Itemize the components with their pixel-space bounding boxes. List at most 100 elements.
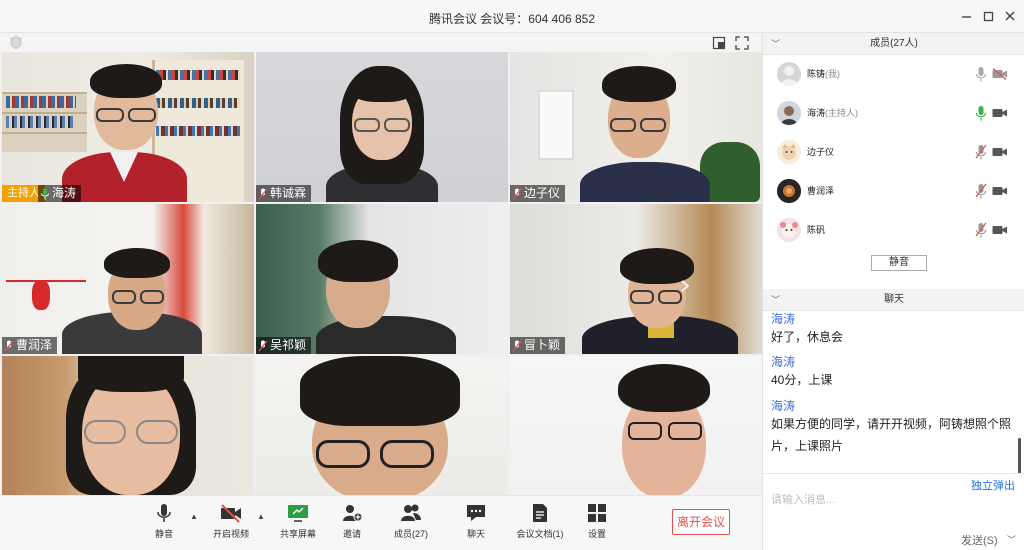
message-sender: 海涛 — [771, 399, 796, 413]
avatar — [777, 62, 801, 86]
participant-name: 曹润泽 — [16, 338, 53, 352]
avatar — [777, 101, 801, 125]
camera-icon[interactable] — [992, 107, 1008, 119]
microphone-muted-icon[interactable] — [975, 144, 987, 160]
avatar — [777, 218, 801, 242]
message-text: 如果方便的同学，请开开视频，阿铸想照个照片，上课照片 — [771, 417, 1012, 453]
mic-muted-icon — [512, 188, 522, 199]
tile-name-label: 边子仪 — [510, 185, 566, 202]
video-tile[interactable]: 曹润泽 — [2, 204, 254, 354]
minimize-icon[interactable] — [959, 8, 975, 24]
mute-options-caret-icon[interactable]: ▲ — [190, 512, 198, 521]
share-screen-icon — [288, 505, 308, 522]
meeting-docs-button[interactable]: 会议文档(1) — [510, 502, 570, 540]
member-name: 边子仪 — [807, 147, 835, 157]
member-row[interactable]: 海涛(主持人) — [763, 94, 1024, 132]
chat-label: 聊天 — [466, 529, 485, 539]
camera-icon[interactable] — [992, 224, 1008, 236]
window-title: 腾讯会议 会议号：604 406 852 — [428, 12, 596, 26]
members-button[interactable]: 成员(27) — [381, 502, 441, 540]
member-name: 曹润泽 — [807, 186, 835, 196]
close-icon[interactable] — [1002, 8, 1018, 24]
message-text: 好了，休息会 — [771, 330, 844, 344]
member-row[interactable]: 陈铸(我) — [763, 55, 1024, 93]
invite-button[interactable]: 邀请 — [322, 502, 382, 540]
mute-button[interactable]: 静音 — [134, 502, 194, 540]
chat-scrollbar[interactable] — [1018, 438, 1021, 474]
settings-label: 设置 — [587, 529, 606, 539]
microphone-off-icon[interactable] — [975, 66, 987, 82]
camera-icon[interactable] — [992, 146, 1008, 158]
chat-title: 聊天 — [884, 294, 904, 305]
video-options-caret-icon[interactable]: ▲ — [257, 512, 265, 521]
video-tile[interactable]: 吴祁颖 — [256, 204, 508, 354]
message-text: 40分，上课 — [771, 373, 833, 387]
microphone-icon — [157, 504, 171, 522]
chat-input[interactable]: 请输入消息... — [771, 491, 1011, 511]
message-sender: 海涛 — [771, 355, 796, 369]
video-toolbar — [0, 33, 762, 52]
fullscreen-icon[interactable] — [734, 35, 750, 51]
member-role: (主持人) — [825, 108, 859, 118]
meeting-docs-label: 会议文档(1) — [516, 529, 564, 539]
share-screen-button[interactable]: 共享屏幕 — [268, 502, 328, 540]
document-icon — [533, 504, 547, 522]
send-button[interactable]: 发送(S) — [961, 532, 998, 548]
video-tile[interactable] — [510, 356, 762, 495]
participant-name: 海涛 — [52, 186, 77, 200]
mic-icon — [41, 188, 49, 199]
member-row[interactable]: 边子仪 — [763, 133, 1024, 171]
chat-icon — [467, 505, 485, 521]
message-sender: 海涛 — [771, 312, 796, 326]
video-tile[interactable]: 冒卜颖 — [510, 204, 762, 354]
start-video-label: 开启视频 — [212, 529, 249, 539]
camera-off-icon[interactable] — [992, 68, 1008, 80]
send-options-chevron-icon[interactable]: ﹀ — [1007, 533, 1016, 546]
side-panel: ﹀ 成员(27人) 陈铸(我) 海涛(主持人) 边子仪 曹润泽 陈矾 静音 ﹀ … — [762, 33, 1024, 550]
camera-icon[interactable] — [992, 185, 1008, 197]
video-tile[interactable] — [256, 356, 508, 495]
avatar — [777, 140, 801, 164]
member-row[interactable]: 曹润泽 — [763, 172, 1024, 210]
tile-name-label: 曹润泽 — [2, 337, 58, 354]
add-user-icon — [343, 505, 363, 522]
start-video-button[interactable]: 开启视频 — [201, 502, 261, 540]
chat-button[interactable]: 聊天 — [446, 502, 506, 540]
chevron-right-icon[interactable] — [680, 280, 690, 292]
video-tile[interactable]: 边子仪 — [510, 52, 762, 202]
members-label: 成员(27) — [393, 529, 428, 539]
participant-name: 韩诚霖 — [270, 186, 307, 200]
member-name: 陈铸(我) — [807, 69, 841, 79]
leave-meeting-button[interactable]: 离开会议 — [672, 509, 730, 535]
participant-name: 吴祁颖 — [270, 338, 307, 352]
share-screen-label: 共享屏幕 — [279, 529, 316, 539]
video-tile[interactable]: 韩诚霖 — [256, 52, 508, 202]
invite-label: 邀请 — [342, 529, 361, 539]
member-row[interactable]: 陈矾 — [763, 211, 1024, 249]
mute-all-button[interactable]: 静音 — [871, 255, 927, 271]
layout-icon[interactable] — [711, 35, 727, 51]
video-grid: 主持人 海涛 韩诚霖 边子仪 曹润泽 吴祁颖 冒卜颖 — [2, 52, 762, 495]
mic-muted-icon — [258, 340, 268, 351]
member-role: (我) — [825, 69, 841, 79]
shield-icon[interactable] — [10, 36, 22, 49]
mic-muted-icon — [4, 340, 14, 351]
microphone-icon[interactable] — [975, 105, 987, 121]
members-header[interactable]: ﹀ 成员(27人) — [763, 33, 1024, 55]
participant-name: 冒卜颖 — [524, 338, 561, 352]
collapse-chevron-icon[interactable]: ﹀ — [771, 33, 780, 55]
collapse-chevron-icon[interactable]: ﹀ — [771, 289, 780, 311]
participant-name: 边子仪 — [524, 186, 561, 200]
video-area: 主持人 海涛 韩诚霖 边子仪 曹润泽 吴祁颖 冒卜颖 — [0, 33, 762, 495]
chat-header[interactable]: ﹀ 聊天 — [763, 289, 1024, 311]
tile-name-label: 冒卜颖 — [510, 337, 566, 354]
microphone-muted-icon[interactable] — [975, 183, 987, 199]
settings-button[interactable]: 设置 — [567, 502, 627, 540]
video-tile[interactable] — [2, 356, 254, 495]
maximize-icon[interactable] — [981, 8, 997, 24]
title-bar: 腾讯会议 会议号：604 406 852 — [0, 0, 1024, 33]
tile-name-label: 吴祁颖 — [256, 337, 312, 354]
member-name: 陈矾 — [807, 225, 826, 235]
video-tile[interactable]: 主持人 海涛 — [2, 52, 254, 202]
microphone-muted-icon[interactable] — [975, 222, 987, 238]
